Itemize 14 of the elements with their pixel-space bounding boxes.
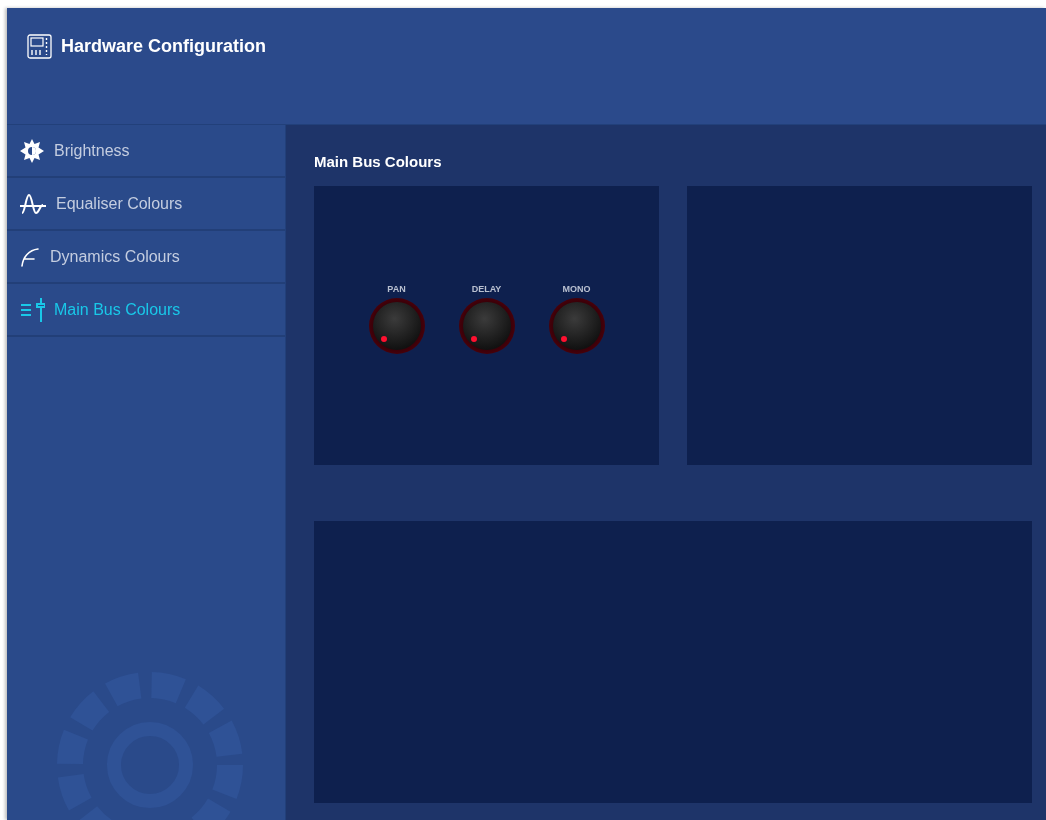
console-icon <box>27 34 52 59</box>
knob-label: MONO <box>562 284 591 294</box>
knob-label: PAN <box>387 284 406 294</box>
sidebar-item[interactable]: Dynamics Colours <box>7 231 285 284</box>
fader-icon <box>19 296 45 323</box>
wave-icon <box>19 192 47 215</box>
sidebar-item[interactable]: Brightness <box>7 125 285 178</box>
sidebar-item[interactable]: Equaliser Colours <box>7 178 285 231</box>
window-title: Hardware Configuration <box>61 35 266 58</box>
sun-icon <box>19 137 45 164</box>
curve-icon <box>19 246 41 267</box>
section-title: Main Bus Colours <box>314 153 443 170</box>
sidebar-item[interactable]: Main Bus Colours <box>7 284 285 337</box>
knob-label: DELAY <box>471 284 502 294</box>
